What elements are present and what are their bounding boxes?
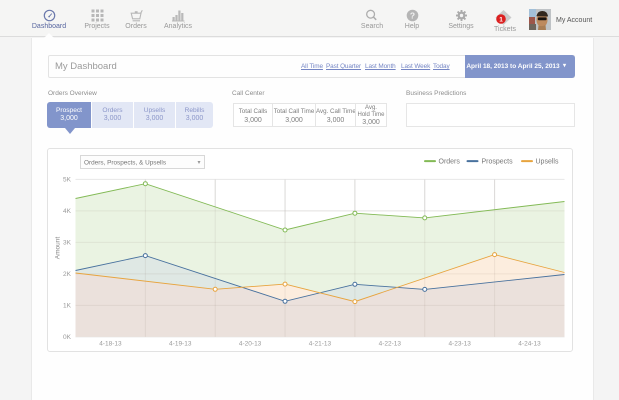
svg-text:4K: 4K	[63, 208, 72, 215]
svg-text:4-24-13: 4-24-13	[518, 341, 541, 348]
svg-text:4-18-13: 4-18-13	[99, 341, 122, 348]
svg-text:3K: 3K	[63, 239, 72, 246]
svg-text:4-22-13: 4-22-13	[379, 341, 402, 348]
svg-text:Amount: Amount	[54, 237, 61, 260]
svg-text:?: ?	[409, 10, 414, 20]
svg-text:▾: ▾	[198, 160, 201, 166]
svg-text:4-21-13: 4-21-13	[309, 341, 332, 348]
svg-text:4-19-13: 4-19-13	[169, 341, 192, 348]
svg-text:Upsells: Upsells	[536, 159, 559, 166]
svg-text:Prospects: Prospects	[482, 159, 514, 166]
svg-text:1K: 1K	[63, 302, 72, 309]
svg-text:4-20-13: 4-20-13	[239, 341, 262, 348]
svg-text:2K: 2K	[63, 271, 72, 278]
svg-text:Orders, Prospects, & Upsells: Orders, Prospects, & Upsells	[84, 160, 166, 167]
svg-text:Orders: Orders	[439, 159, 461, 166]
svg-text:5K: 5K	[63, 176, 72, 183]
svg-text:4-23-13: 4-23-13	[448, 341, 471, 348]
svg-text:0K: 0K	[63, 334, 72, 341]
svg-text:1: 1	[499, 16, 503, 23]
